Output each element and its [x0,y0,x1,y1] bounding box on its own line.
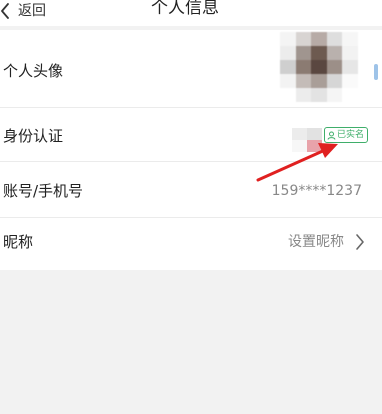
identity-row[interactable]: 身份认证 已实名 [0,108,382,162]
header-bar: 返回 个人信息 [0,0,382,26]
avatar-row-label: 个人头像 [3,62,64,80]
person-icon [327,131,337,140]
verified-badge: 已实名 [324,127,369,143]
nickname-row[interactable]: 昵称 设置昵称 [0,218,382,270]
avatar-edge-mark [374,64,378,80]
chevron-right-icon [355,233,365,251]
avatar[interactable] [280,32,358,102]
verified-badge-label: 已实名 [337,130,365,140]
identity-row-label: 身份认证 [3,127,64,145]
phone-number-value: 159****1237 [271,183,362,199]
info-list: 个人头像 身份认证 已实名 账号/手机号 159****1237 昵称 设置昵称 [0,30,382,270]
nickname-value: 设置昵称 [288,234,344,250]
avatar-row[interactable]: 个人头像 [0,30,382,108]
account-row-label: 账号/手机号 [3,182,84,200]
nickname-row-label: 昵称 [3,233,34,251]
page-title: 个人信息 [151,0,219,18]
account-row[interactable]: 账号/手机号 159****1237 [0,162,382,218]
masked-name [292,128,322,152]
